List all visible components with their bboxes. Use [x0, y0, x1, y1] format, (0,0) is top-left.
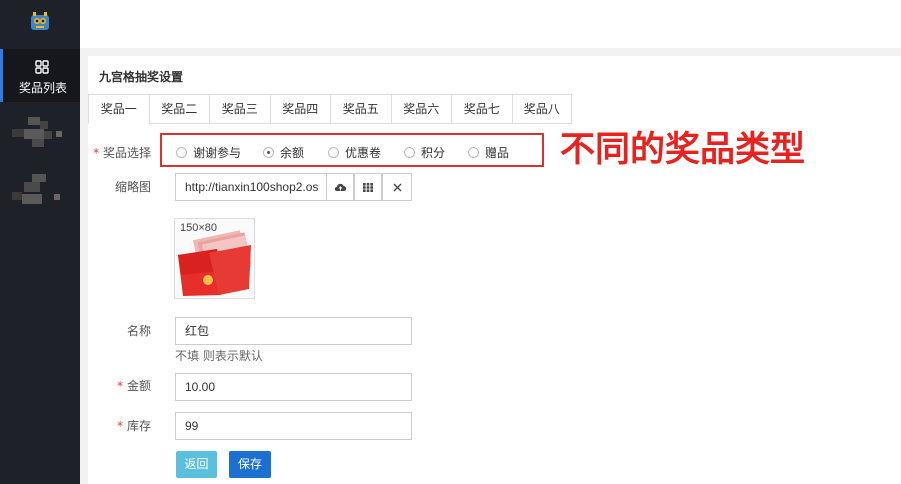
tab-prize-2[interactable]: 奖品二	[148, 94, 209, 124]
name-label: 名称	[126, 324, 151, 338]
tab-prize-7[interactable]: 奖品七	[451, 94, 512, 124]
upload-button[interactable]	[326, 173, 354, 201]
tab-prize-1[interactable]: 奖品一	[88, 94, 149, 124]
radio-coupon[interactable]: 优惠卷	[328, 144, 381, 161]
radio-points[interactable]: 积分	[404, 144, 445, 161]
prize-type-label: * 奖品选择	[93, 146, 151, 160]
radio-circle[interactable]	[176, 147, 187, 158]
grid-icon	[35, 60, 49, 74]
radio-circle[interactable]	[404, 147, 415, 158]
thumbnail-url-input[interactable]: http://tianxin100shop2.os	[175, 173, 327, 201]
radio-circle[interactable]	[468, 147, 479, 158]
stock-input[interactable]: 99	[175, 412, 412, 440]
tab-prize-6[interactable]: 奖品六	[390, 94, 451, 124]
page-title: 九宫格抽奖设置	[99, 70, 184, 84]
amount-label: * 金额	[117, 379, 151, 393]
name-help-text: 不填 则表示默认	[175, 349, 263, 363]
close-icon	[393, 183, 401, 191]
thumbnail-label: 缩略图	[114, 180, 151, 194]
top-bar	[80, 0, 901, 48]
back-button[interactable]: 返回	[176, 451, 217, 478]
sidebar: 奖品列表	[0, 0, 80, 484]
name-input[interactable]: 红包	[175, 317, 412, 345]
stock-label: * 库存	[117, 419, 151, 433]
robot-logo-icon[interactable]	[28, 10, 52, 34]
tab-prize-3[interactable]: 奖品三	[209, 94, 270, 124]
tab-prize-5[interactable]: 奖品五	[330, 94, 391, 124]
save-button[interactable]: 保存	[229, 451, 271, 478]
sidebar-item-blurred[interactable]	[8, 113, 68, 153]
cloud-upload-icon	[334, 183, 346, 191]
radio-circle-selected[interactable]	[263, 147, 274, 158]
radio-thanks[interactable]: 谢谢参与	[176, 144, 241, 161]
radio-balance[interactable]: 余额	[263, 144, 304, 161]
tab-prize-4[interactable]: 奖品四	[269, 94, 330, 124]
grid-icon	[363, 182, 373, 192]
amount-input[interactable]: 10.00	[175, 373, 412, 401]
annotation-text: 不同的奖品类型	[559, 129, 806, 171]
radio-gift[interactable]: 赠品	[468, 144, 509, 161]
sidebar-item-label: 奖品列表	[18, 81, 67, 95]
thumbnail-size-caption: 150×80	[180, 222, 218, 234]
radio-circle[interactable]	[328, 147, 339, 158]
clear-image-button[interactable]	[382, 173, 412, 201]
tab-prize-8[interactable]: 奖品八	[511, 94, 572, 124]
select-image-button[interactable]	[354, 173, 382, 201]
sidebar-item-prize-list[interactable]: 奖品列表	[0, 49, 80, 102]
prize-type-radio-group: 谢谢参与 余额 优惠卷 积分 赠品	[160, 133, 544, 167]
sidebar-item-blurred[interactable]	[8, 170, 68, 210]
prize-tabs: 奖品一 奖品二 奖品三 奖品四 奖品五 奖品六 奖品七 奖品八	[88, 94, 572, 124]
